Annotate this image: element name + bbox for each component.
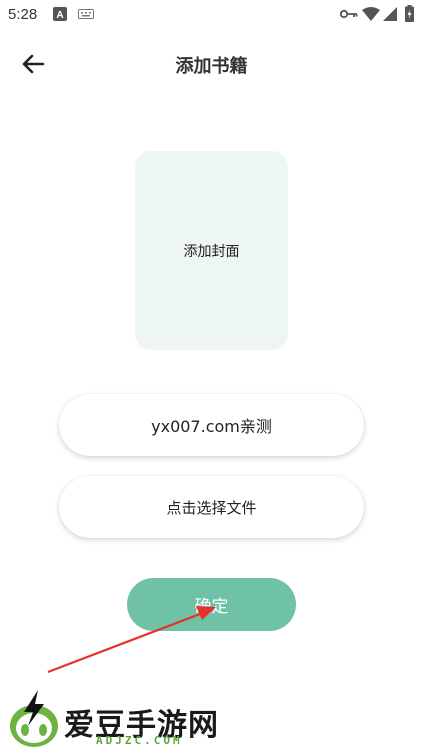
keyboard-icon (78, 9, 94, 19)
signal-icon (383, 7, 397, 21)
status-bar: 5:28 A (0, 0, 423, 30)
add-cover-label: 添加封面 (183, 243, 240, 260)
book-name-value: yx007.com亲测 (151, 417, 272, 436)
confirm-label: 确定 (194, 597, 229, 617)
add-cover-button[interactable]: 添加封面 (135, 151, 288, 350)
battery-icon (405, 5, 414, 22)
book-name-field[interactable]: yx007.com亲测 (59, 394, 364, 456)
svg-text:A: A (56, 10, 63, 21)
annotation-arrow (47, 606, 216, 674)
confirm-button[interactable]: 确定 (127, 578, 296, 631)
key-icon (340, 9, 358, 19)
watermark-logo (10, 690, 58, 747)
select-file-button[interactable]: 点击选择文件 (59, 476, 364, 538)
page-title: 添加书籍 (175, 56, 248, 77)
select-file-label: 点击选择文件 (166, 498, 257, 517)
watermark-domain: ADJZC.COM (96, 734, 183, 747)
wifi-icon (362, 7, 380, 21)
font-notification-icon: A (53, 7, 67, 21)
status-time: 5:28 (8, 6, 38, 23)
